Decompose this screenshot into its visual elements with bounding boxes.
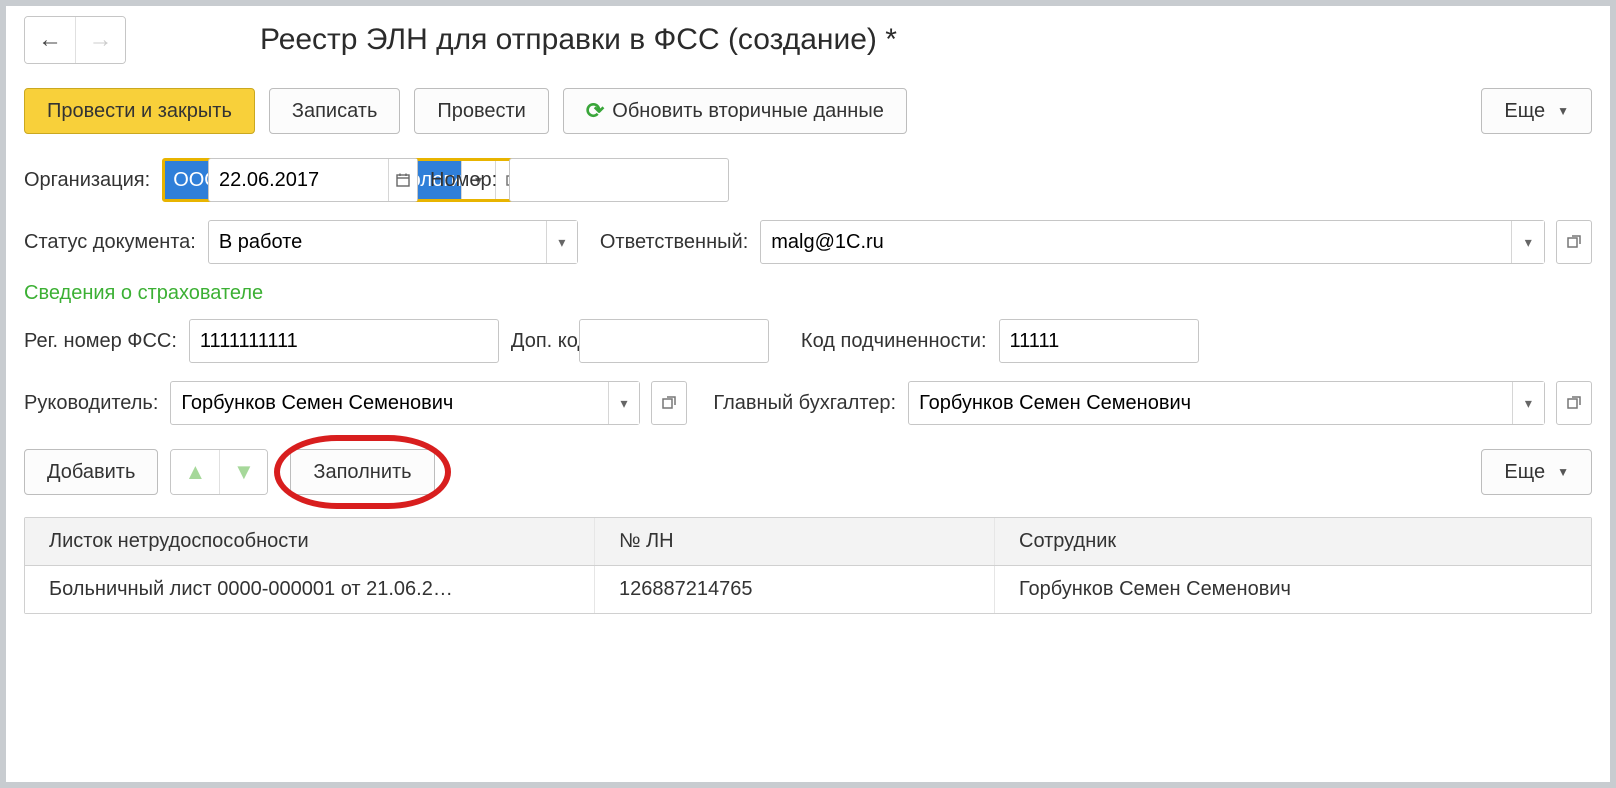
responsible-label: Ответственный:: [600, 231, 748, 254]
status-input-wrap: ▾: [208, 220, 578, 264]
col-num[interactable]: № ЛН: [595, 518, 995, 565]
table-row[interactable]: Больничный лист 0000-000001 от 21.06.2… …: [25, 566, 1591, 613]
responsible-dropdown-button[interactable]: ▾: [1511, 221, 1544, 263]
status-input[interactable]: [209, 221, 546, 263]
date-picker-button[interactable]: [388, 159, 417, 201]
accountant-label: Главный бухгалтер:: [713, 392, 896, 415]
post-and-close-button[interactable]: Провести и закрыть: [24, 88, 255, 134]
accountant-input-wrap: ▾: [908, 381, 1545, 425]
head-label: Руководитель:: [24, 392, 158, 415]
calendar-icon: [395, 172, 411, 188]
refresh-secondary-button[interactable]: ⟳ Обновить вторичные данные: [563, 88, 907, 134]
post-button[interactable]: Провести: [414, 88, 548, 134]
chevron-down-icon: ▾: [621, 395, 628, 412]
page-title: Реестр ЭЛН для отправки в ФСС (создание)…: [260, 23, 897, 57]
row-head-accountant: Руководитель: ▾ Главный бухгалтер: ▾: [24, 381, 1592, 425]
cell-doc: Больничный лист 0000-000001 от 21.06.2…: [25, 566, 595, 613]
list-more-button[interactable]: Еще ▼: [1481, 449, 1592, 495]
header: ← → Реестр ЭЛН для отправки в ФСС (созда…: [24, 16, 1592, 64]
col-emp[interactable]: Сотрудник: [995, 518, 1591, 565]
fill-button[interactable]: Заполнить: [290, 449, 434, 495]
responsible-open-button[interactable]: [1556, 220, 1592, 264]
number-input[interactable]: [510, 159, 728, 201]
row-org-date-number: Организация: ООО "Современные технологии…: [24, 158, 1592, 202]
responsible-input[interactable]: [761, 221, 1511, 263]
org-label: Организация:: [24, 169, 150, 192]
accountant-open-button[interactable]: [1556, 381, 1592, 425]
refresh-icon: ⟳: [586, 98, 604, 124]
list-toolbar: Добавить ▲ ▼ Заполнить Еще ▼: [24, 445, 1592, 499]
date-input-wrap: [208, 158, 418, 202]
status-dropdown-button[interactable]: ▾: [546, 221, 577, 263]
arrow-left-icon: ←: [38, 26, 62, 54]
arrow-down-icon: ▼: [233, 459, 255, 485]
responsible-input-wrap: ▾: [760, 220, 1545, 264]
reg-input-wrap: [189, 319, 499, 363]
nav-buttons: ← →: [24, 16, 126, 64]
head-open-button[interactable]: [651, 381, 687, 425]
more-button[interactable]: Еще ▼: [1481, 88, 1592, 134]
accountant-input[interactable]: [909, 382, 1512, 424]
head-input[interactable]: [171, 382, 607, 424]
head-input-wrap: ▾: [170, 381, 640, 425]
add-code-input[interactable]: [580, 320, 768, 362]
sick-leave-table: Листок нетрудоспособности № ЛН Сотрудник…: [24, 517, 1592, 614]
list-more-label: Еще: [1504, 461, 1545, 484]
head-dropdown-button[interactable]: ▾: [608, 382, 640, 424]
arrow-up-icon: ▲: [185, 459, 207, 485]
open-icon: [1566, 234, 1582, 250]
number-label: Номер:: [430, 169, 497, 192]
reg-input[interactable]: [190, 320, 498, 362]
move-up-button[interactable]: ▲: [171, 450, 219, 494]
add-button[interactable]: Добавить: [24, 449, 158, 495]
table-header: Листок нетрудоспособности № ЛН Сотрудник: [25, 518, 1591, 566]
sub-code-input[interactable]: [1000, 320, 1198, 362]
col-doc[interactable]: Листок нетрудоспособности: [25, 518, 595, 565]
arrow-right-icon: →: [89, 26, 113, 54]
form-window: ← → Реестр ЭЛН для отправки в ФСС (созда…: [0, 0, 1616, 788]
chevron-down-icon: ▾: [1525, 395, 1532, 412]
save-button[interactable]: Записать: [269, 88, 400, 134]
nav-forward-button[interactable]: →: [75, 17, 125, 63]
nav-back-button[interactable]: ←: [25, 17, 75, 63]
row-reg-addcode-subcode: Рег. номер ФСС: Доп. код: Код подчиненно…: [24, 319, 1592, 363]
cell-num: 126887214765: [595, 566, 995, 613]
chevron-down-icon: ▾: [558, 234, 565, 251]
move-buttons: ▲ ▼: [170, 449, 268, 495]
sub-code-label: Код подчиненности:: [801, 330, 987, 353]
insurer-section-title: Сведения о страхователе: [24, 282, 1592, 305]
open-icon: [661, 395, 677, 411]
accountant-dropdown-button[interactable]: ▾: [1512, 382, 1544, 424]
row-status-responsible: Статус документа: ▾ Ответственный: ▾: [24, 220, 1592, 264]
status-label: Статус документа:: [24, 231, 196, 254]
main-toolbar: Провести и закрыть Записать Провести ⟳ О…: [24, 88, 1592, 134]
more-label: Еще: [1504, 100, 1545, 123]
chevron-down-icon: ▼: [1557, 465, 1569, 479]
sub-code-input-wrap: [999, 319, 1199, 363]
reg-label: Рег. номер ФСС:: [24, 330, 177, 353]
move-down-button[interactable]: ▼: [219, 450, 267, 494]
open-icon: [1566, 395, 1582, 411]
fill-highlight: Заполнить: [280, 445, 444, 499]
add-code-input-wrap: [579, 319, 769, 363]
add-code-label: Доп. код:: [511, 330, 567, 352]
date-input[interactable]: [209, 159, 388, 201]
refresh-label: Обновить вторичные данные: [612, 100, 884, 123]
chevron-down-icon: ▼: [1557, 104, 1569, 118]
chevron-down-icon: ▾: [1525, 234, 1532, 251]
cell-emp: Горбунков Семен Семенович: [995, 566, 1591, 613]
number-input-wrap: [509, 158, 729, 202]
